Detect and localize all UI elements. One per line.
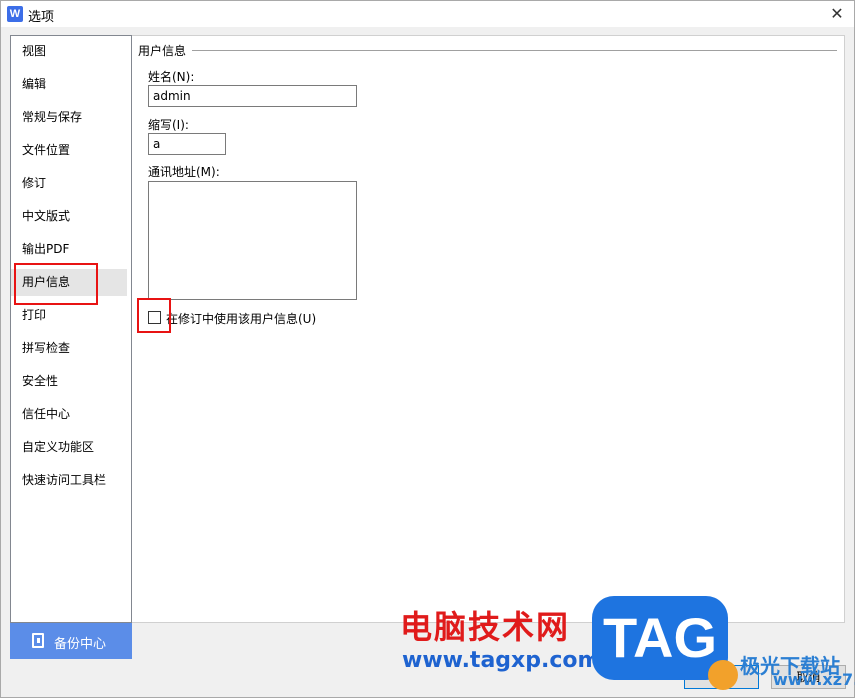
- sidebar-item-user-info[interactable]: 用户信息: [11, 269, 127, 296]
- sidebar-item-security[interactable]: 安全性: [11, 368, 127, 395]
- sidebar-item-customize-ribbon[interactable]: 自定义功能区: [11, 434, 127, 461]
- dialog-title: 选项: [28, 10, 55, 25]
- name-input[interactable]: admin: [148, 85, 357, 107]
- title-bar: W 选项 ✕: [1, 1, 854, 27]
- sidebar-item-export-pdf[interactable]: 输出PDF: [11, 236, 127, 263]
- backup-center-button[interactable]: 备份中心: [10, 623, 132, 659]
- watermark-url: www.tagxp.com: [402, 648, 601, 673]
- close-button[interactable]: ✕: [820, 1, 854, 27]
- sidebar-item-general-save[interactable]: 常规与保存: [11, 104, 127, 131]
- user-info-panel: 用户信息 姓名(N): admin 缩写(I): a 通讯地址(M): 在修订中…: [132, 35, 845, 623]
- watermark-text: 电脑技术网: [400, 608, 571, 646]
- address-textarea[interactable]: [148, 181, 357, 300]
- watermark-badge-icon: [708, 660, 738, 690]
- initials-input[interactable]: a: [148, 133, 226, 155]
- initials-label: 缩写(I):: [148, 118, 189, 132]
- sidebar-item-edit[interactable]: 编辑: [11, 71, 127, 98]
- use-in-revision-label[interactable]: 在修订中使用该用户信息(U): [166, 310, 316, 327]
- sidebar-item-spell-check[interactable]: 拼写检查: [11, 335, 127, 362]
- group-title: 用户信息: [138, 42, 191, 59]
- sidebar-item-quick-access-toolbar[interactable]: 快速访问工具栏: [11, 467, 127, 494]
- sidebar-item-file-location[interactable]: 文件位置: [11, 137, 127, 164]
- sidebar-item-print[interactable]: 打印: [11, 302, 127, 329]
- use-in-revision-checkbox[interactable]: [148, 311, 161, 324]
- options-sidebar: 视图 编辑 常规与保存 文件位置 修订 中文版式 输出PDF 用户信息 打印 拼…: [10, 35, 132, 623]
- watermark-site-url: www.xz7.com: [773, 670, 855, 689]
- address-label: 通讯地址(M):: [148, 165, 220, 179]
- watermark-tag-logo: TAG: [592, 596, 728, 680]
- sidebar-item-view[interactable]: 视图: [11, 38, 127, 65]
- wps-writer-icon: W: [7, 6, 23, 22]
- sidebar-item-trust-center[interactable]: 信任中心: [11, 401, 127, 428]
- options-dialog: W 选项 ✕ 视图 编辑 常规与保存 文件位置 修订 中文版式 输出PDF 用户…: [0, 0, 855, 698]
- name-label: 姓名(N):: [148, 70, 195, 84]
- backup-icon: [32, 633, 44, 648]
- sidebar-item-revision[interactable]: 修订: [11, 170, 127, 197]
- group-divider: [192, 50, 837, 51]
- backup-center-label: 备份中心: [54, 637, 107, 652]
- sidebar-item-chinese-layout[interactable]: 中文版式: [11, 203, 127, 230]
